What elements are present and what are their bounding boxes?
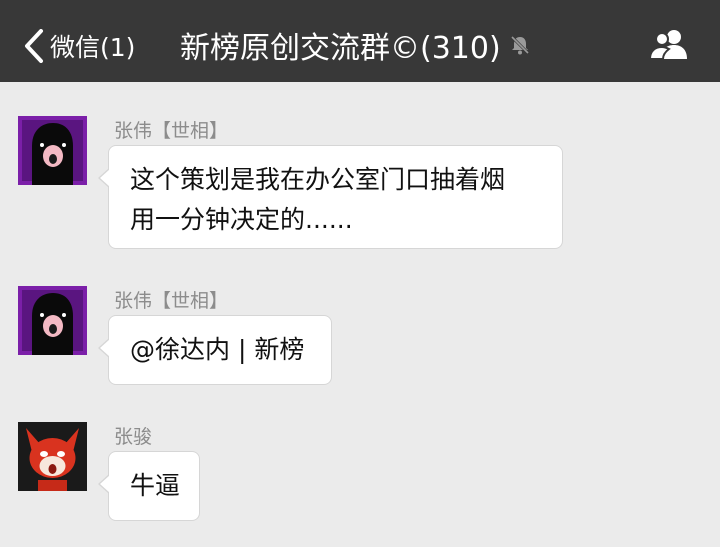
message-text-line: @徐达内 | 新榜 [130, 335, 305, 364]
group-members-button[interactable] [648, 28, 690, 64]
chat-title: 新榜原创交流群©(310) [180, 31, 501, 66]
back-label: 微信(1) [50, 33, 136, 62]
avatar[interactable] [18, 286, 87, 355]
group-members-icon [648, 30, 687, 60]
avatar[interactable] [18, 422, 87, 491]
black-bird-avatar-icon [18, 116, 87, 185]
message-text-line: 这个策划是我在办公室门口抽着烟 [130, 165, 506, 194]
sender-name: 张伟【世相】 [114, 120, 229, 142]
message-text-line: 牛逼 [130, 471, 181, 500]
back-button[interactable]: 微信(1) [24, 26, 135, 66]
avatar[interactable] [18, 116, 87, 185]
chevron-left-icon [25, 29, 43, 63]
sender-name: 张骏 [114, 426, 153, 448]
sender-name: 张伟【世相】 [114, 290, 229, 312]
bell-muted-icon [510, 35, 529, 55]
message-text-line: 用一分钟决定的...... [130, 205, 353, 234]
message-bubble[interactable]: 这个策划是我在办公室门口抽着烟 用一分钟决定的...... [98, 145, 563, 249]
navbar: 微信(1) 新榜原创交流群©(310) [0, 0, 720, 82]
black-bird-avatar-icon [18, 286, 87, 355]
red-fox-avatar-icon [18, 422, 87, 491]
chat-area[interactable]: 张伟【世相】 这个策划是我在办公室门口抽着烟 用一分钟决定的...... 张伟【… [0, 82, 720, 547]
message-bubble[interactable]: @徐达内 | 新榜 [98, 315, 332, 385]
chat-title-area: 新榜原创交流群©(310) [180, 24, 531, 66]
message-bubble[interactable]: 牛逼 [98, 451, 200, 521]
